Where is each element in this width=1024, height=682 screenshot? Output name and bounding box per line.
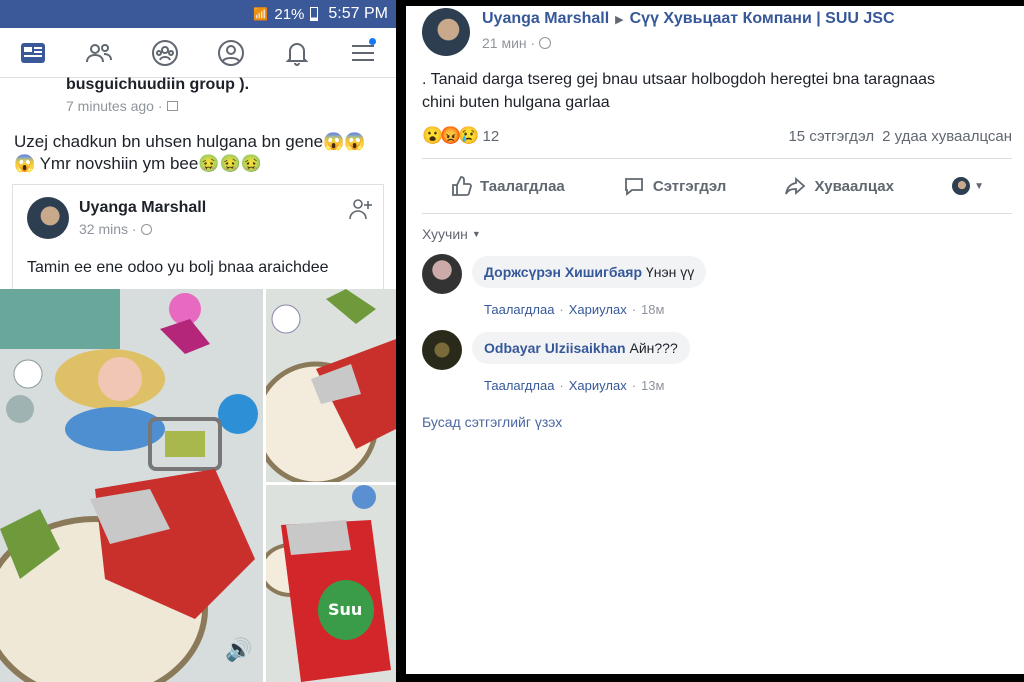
- wifi-icon: 📶: [253, 7, 269, 21]
- profile-icon[interactable]: [216, 38, 246, 68]
- comment-text: Үнэн үү: [645, 264, 695, 280]
- battery-icon: [310, 7, 319, 21]
- sort-label: Хуучин: [422, 226, 468, 242]
- comments-count[interactable]: 15 сэтгэгдэл: [788, 128, 874, 145]
- share-label: Хуваалцах: [814, 177, 894, 195]
- comment-icon: [624, 178, 643, 196]
- post-text-line-2: chini buten hulgana garlaa: [422, 94, 610, 111]
- post-body-line-1: Uzej chadkun bn uhsen hulgana bn gene😱😱: [14, 132, 366, 151]
- menu-icon[interactable]: [348, 37, 378, 68]
- comment-reply-link[interactable]: Хариулах: [569, 302, 627, 317]
- post-text: . Tanaid darga tsereg gej bnau utsaar ho…: [422, 68, 935, 114]
- thumbs-up-icon: [452, 176, 472, 196]
- caret-down-icon: ▼: [974, 180, 984, 192]
- reactions-bar: 😮😡😢 12 15 сэтгэгдэл 2 удаа хуваалцсан: [422, 126, 1012, 146]
- shared-post-author[interactable]: Uyanga Marshall: [79, 197, 206, 219]
- action-bar: Таалагдлаа Сэтгэгдэл Хуваалцах ▼: [422, 158, 1012, 214]
- comment-time[interactable]: 13м: [641, 378, 664, 393]
- caret-down-icon: ▼: [471, 229, 481, 239]
- status-bar: 📶 21% 5:57 PM: [0, 0, 396, 28]
- avatar[interactable]: [422, 330, 462, 370]
- facebook-nav-bar: [0, 28, 396, 78]
- comment-time[interactable]: 18м: [641, 302, 664, 317]
- friends-icon[interactable]: [84, 38, 114, 68]
- post-body-line-2: 😱 Ymr novshiin ym bee🤢🤢🤢: [14, 154, 262, 173]
- share-icon: [785, 177, 806, 195]
- notifications-icon[interactable]: [282, 38, 312, 68]
- add-friend-icon[interactable]: [347, 195, 375, 223]
- post-time[interactable]: 21 мин ·: [482, 35, 535, 51]
- clock: 5:57 PM: [328, 5, 388, 22]
- comment-sort-dropdown[interactable]: Хуучин ▼: [422, 226, 481, 242]
- globe-icon: [539, 37, 552, 49]
- shared-post-time: 32 mins ·: [79, 221, 137, 237]
- post-body: Uzej chadkun bn uhsen hulgana bn gene😱😱 …: [14, 131, 365, 175]
- comment-like-link[interactable]: Таалагдлаа: [484, 378, 554, 393]
- svg-text:Suu: Suu: [328, 600, 362, 619]
- page-name[interactable]: Сүү Хувьцаат Компани | SUU JSC: [630, 10, 895, 28]
- shared-post-card[interactable]: Uyanga Marshall 32 mins · Tamin ee ene o…: [12, 184, 384, 289]
- comment-button[interactable]: Сэтгэгдэл: [623, 175, 726, 197]
- reaction-emojis: 😮😡😢: [422, 126, 479, 145]
- post-text-line-1: . Tanaid darga tsereg gej bnau utsaar ho…: [422, 71, 935, 88]
- globe-icon: [140, 223, 152, 235]
- comment-author[interactable]: Odbayar Ulziisaikhan: [484, 340, 626, 356]
- desktop-screenshot: Uyanga Marshall ▶ Сүү Хувьцаат Компани |…: [406, 6, 1024, 674]
- share-to-arrow-icon: ▶: [615, 13, 624, 26]
- small-avatar: [952, 177, 971, 195]
- group-privacy-icon: [166, 101, 178, 111]
- reaction-count: 12: [482, 127, 500, 145]
- groups-icon[interactable]: [150, 38, 180, 68]
- post-photo-main[interactable]: 🔊: [0, 289, 263, 682]
- avatar[interactable]: [422, 254, 462, 294]
- comment-reply-link[interactable]: Хариулах: [569, 378, 627, 393]
- view-more-comments-link[interactable]: Бусад сэтгэглийг үзэх: [422, 414, 562, 430]
- share-button[interactable]: Хуваалцах: [784, 175, 894, 197]
- avatar[interactable]: [422, 8, 470, 56]
- avatar[interactable]: [27, 197, 69, 239]
- svg-text:🔊: 🔊: [225, 636, 252, 663]
- comment-author[interactable]: Доржсүрэн Хишигбаяр: [484, 264, 642, 280]
- group-post-header: busguichuudiin group ). 7 minutes ago ·: [66, 74, 249, 114]
- post-photo-top-right[interactable]: [266, 289, 396, 482]
- shared-post-text: Tamin ee ene odoo yu bolj bnaa araichdee: [27, 259, 329, 276]
- comment-text: Айн???: [629, 340, 678, 356]
- comment-like-link[interactable]: Таалагдлаа: [484, 302, 554, 317]
- reactions-summary[interactable]: 😮😡😢 12: [422, 126, 499, 146]
- mobile-screenshot: 📶 21% 5:57 PM busguichuudiin group ). 7 …: [0, 0, 396, 682]
- comment-label: Сэтгэгдэл: [652, 177, 727, 195]
- like-label: Таалагдлаа: [480, 177, 565, 195]
- post-time: 7 minutes ago ·: [66, 98, 163, 114]
- news-feed-icon[interactable]: [18, 38, 48, 68]
- post-photo-bottom-right[interactable]: Suu: [266, 485, 396, 682]
- group-name-text[interactable]: busguichuudiin group ).: [66, 74, 249, 96]
- battery-level: 21%: [274, 5, 305, 23]
- post-as-selector[interactable]: ▼: [952, 177, 984, 195]
- shares-count[interactable]: 2 удаа хуваалцсан: [882, 128, 1012, 145]
- like-button[interactable]: Таалагдлаа: [450, 175, 565, 197]
- notification-dot: [369, 37, 376, 45]
- post-author[interactable]: Uyanga Marshall: [482, 10, 609, 28]
